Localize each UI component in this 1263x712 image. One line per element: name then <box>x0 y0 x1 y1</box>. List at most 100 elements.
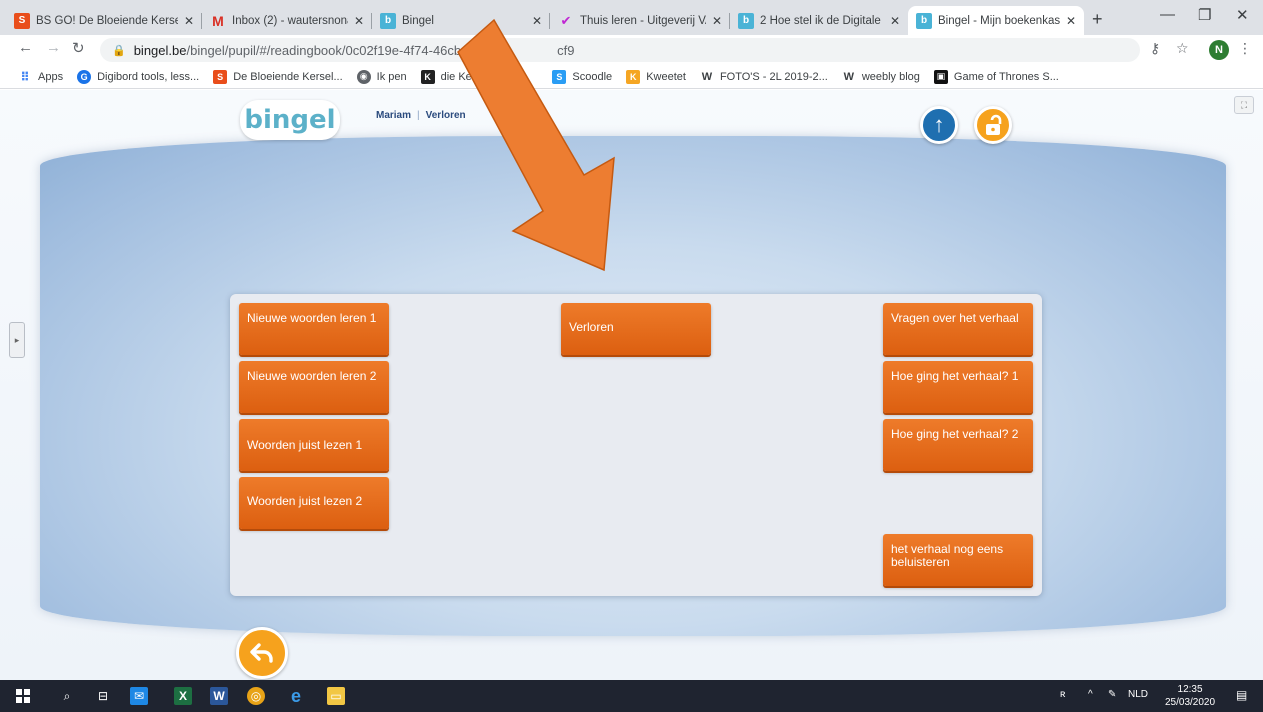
tab-title: Bingel <box>402 14 434 27</box>
close-window-icon[interactable]: ✕ <box>1236 6 1249 24</box>
bookmark-kweetet[interactable]: K Kweetet <box>626 69 686 84</box>
key-icon[interactable]: ⚷ <box>1150 40 1160 57</box>
close-icon[interactable]: ✕ <box>354 14 364 28</box>
word-icon[interactable]: W <box>210 687 228 705</box>
vanin-check-icon: ✔ <box>560 12 572 28</box>
undo-arrow-icon <box>250 643 273 663</box>
chevron-right-icon: ▸ <box>14 334 20 345</box>
file-explorer-icon[interactable]: ▭ <box>327 687 345 705</box>
bingel-page: bingel Mariam | Verloren ↑ ⛶ ▸ Nieuwe woor… <box>0 90 1263 680</box>
url-host: bingel.be <box>133 42 187 58</box>
side-panel-handle[interactable]: ▸ <box>9 322 25 358</box>
new-tab-button[interactable]: + <box>1092 9 1103 30</box>
profile-avatar[interactable]: N <box>1209 40 1229 60</box>
forward-arrow-icon[interactable]: → <box>46 39 61 56</box>
bingel-icon: b <box>916 12 932 29</box>
scoodle-icon: S <box>552 69 567 84</box>
menu-icon[interactable]: ⋮ <box>1238 40 1252 57</box>
exercise-button-woorden-lezen-2[interactable]: Woorden juist lezen 2 <box>239 477 389 529</box>
tab-gmail[interactable]: M Inbox (2) - wautersnona@gm ✕ <box>202 6 372 35</box>
got-icon: ▣ <box>933 69 948 84</box>
bookmark-label: Digibord tools, less... <box>97 70 200 83</box>
digibord-icon: G <box>77 69 92 84</box>
bookmark-weebly-blog[interactable]: Wweebly blog <box>842 70 920 84</box>
bookmarks-bar: ⠿ Apps G Digibord tools, less... S De Bloei… <box>0 65 1263 89</box>
bookmark-bloeiende-kersel[interactable]: S De Bloeiende Kersel... <box>213 69 343 84</box>
exercise-button-hoe-ging-2[interactable]: Hoe ging het verhaal? 2 <box>883 419 1033 471</box>
search-icon[interactable]: ⌕ <box>58 687 76 705</box>
exercise-button-vragen[interactable]: Vragen over het verhaal <box>883 303 1033 355</box>
chevron-up-icon[interactable]: ^ <box>1088 689 1093 700</box>
browser-toolbar: ← → ↻ 🔒 bingel.be /bingel/pupil/#/readin… <box>0 35 1263 65</box>
windows-taskbar: ⌕ ⊟ ✉ X W ◎ e ▭ ʀ ^ ✎ NLD 12:35 25/03/20… <box>0 680 1263 712</box>
clock-time: 12:35 <box>1177 684 1203 695</box>
unlock-button[interactable] <box>974 106 1012 144</box>
back-button[interactable] <box>236 627 288 679</box>
exercise-button-nieuwe-woorden-1[interactable]: Nieuwe woorden leren 1 <box>239 303 389 355</box>
excel-icon[interactable]: X <box>174 687 192 705</box>
pen-icon[interactable]: ✎ <box>1108 689 1116 700</box>
bookmark-label: Kweetet <box>646 70 686 83</box>
bookmark-die-keure[interactable]: Kdie Keure - <box>420 69 494 84</box>
tab-bingel-guide[interactable]: b 2 Hoe stel ik de Digitale boe ✕ <box>730 6 908 35</box>
exercise-button-hoe-ging-1[interactable]: Hoe ging het verhaal? 1 <box>883 361 1033 413</box>
exercise-button-woorden-lezen-1[interactable]: Woorden juist lezen 1 <box>239 419 389 471</box>
url-tail: cf9 <box>557 42 575 58</box>
task-view-icon[interactable]: ⊟ <box>94 687 112 705</box>
diekeure-icon: K <box>420 69 435 84</box>
back-arrow-icon[interactable]: ← <box>18 39 33 56</box>
bookmark-ik-pen[interactable]: ◉ Ik pen <box>356 69 407 84</box>
bookmark-fotos[interactable]: W FOTO'S - 2L 2019-2... <box>700 70 828 84</box>
bookmark-label: Apps <box>38 70 64 83</box>
bookmark-label: Scoodle <box>572 70 613 83</box>
bookmark-game-of-thrones[interactable]: ▣ Game of Thrones S... <box>933 69 1059 84</box>
bookmark-label: FOTO'S - 2L 2019-2... <box>719 70 828 83</box>
bingel-icon: b <box>380 12 396 29</box>
bookmark-digibord[interactable]: G Digibord tools, less... <box>77 69 200 84</box>
close-icon[interactable]: ✕ <box>1066 14 1076 28</box>
fullscreen-icon: ⛶ <box>1240 99 1248 110</box>
star-icon[interactable]: ☆ <box>1176 40 1189 57</box>
close-icon[interactable]: ✕ <box>712 14 722 28</box>
minimize-icon[interactable]: — <box>1160 6 1175 23</box>
language-indicator[interactable]: NLD <box>1128 689 1148 700</box>
mail-icon[interactable]: ✉ <box>130 687 148 705</box>
breadcrumb-user[interactable]: Mariam <box>376 110 411 121</box>
bingel-icon: b <box>738 12 754 29</box>
story-button-verloren[interactable]: Verloren <box>561 303 711 355</box>
bookmark-scoodle[interactable]: S Scoodle <box>552 69 613 84</box>
restore-icon[interactable]: ❐ <box>1198 6 1211 24</box>
close-icon[interactable]: ✕ <box>890 14 900 28</box>
notification-icon[interactable]: ▤ <box>1236 688 1247 702</box>
address-bar[interactable]: 🔒 bingel.be /bingel/pupil/#/readingbook/… <box>100 38 1140 62</box>
tab-title: 2 Hoe stel ik de Digitale boe <box>760 14 884 27</box>
tab-title: BS GO! De Bloeiende Kersela <box>36 14 178 27</box>
people-icon[interactable]: ʀ <box>1060 689 1065 700</box>
bookmark-label: Game of Thrones S... <box>953 70 1059 83</box>
fullscreen-button[interactable]: ⛶ <box>1234 96 1254 114</box>
close-icon[interactable]: ✕ <box>532 14 542 28</box>
globe-icon: ◉ <box>356 69 371 84</box>
weebly-icon: W <box>701 70 713 83</box>
bingel-logo[interactable]: bingel <box>240 100 340 140</box>
exercise-button-nieuwe-woorden-2[interactable]: Nieuwe woorden leren 2 <box>239 361 389 413</box>
listen-again-button[interactable]: het verhaal nog eens beluisteren <box>883 534 1033 586</box>
kweetet-icon: K <box>626 69 641 84</box>
internet-explorer-icon[interactable]: e <box>287 686 305 706</box>
close-icon[interactable]: ✕ <box>184 14 194 28</box>
reload-icon[interactable]: ↻ <box>72 39 85 57</box>
tab-title: Inbox (2) - wautersnona@gm <box>232 14 348 27</box>
url-path: /bingel/pupil/#/readingbook/0c02f19e-4f7… <box>186 42 488 58</box>
breadcrumb-book[interactable]: Verloren <box>426 110 466 121</box>
bookmark-apps[interactable]: ⠿ Apps <box>18 70 63 84</box>
upload-arrow-button[interactable]: ↑ <box>920 106 958 144</box>
windows-start-icon[interactable] <box>14 687 32 705</box>
system-clock[interactable]: 12:35 25/03/2020 <box>1165 683 1215 709</box>
tab-vanin[interactable]: ✔ Thuis leren - Uitgeverij VAN ✕ <box>550 6 730 35</box>
tab-bingel[interactable]: b Bingel ✕ <box>372 6 550 35</box>
chrome-icon[interactable]: ◎ <box>247 687 265 705</box>
bookmark-label: weebly blog <box>861 70 920 83</box>
tab-bingel-boekenkast[interactable]: b Bingel - Mijn boekenkast ✕ <box>908 6 1084 35</box>
tab-smartschool[interactable]: S BS GO! De Bloeiende Kersela ✕ <box>6 6 202 35</box>
bookmark-label: De Bloeiende Kersel... <box>233 70 343 83</box>
